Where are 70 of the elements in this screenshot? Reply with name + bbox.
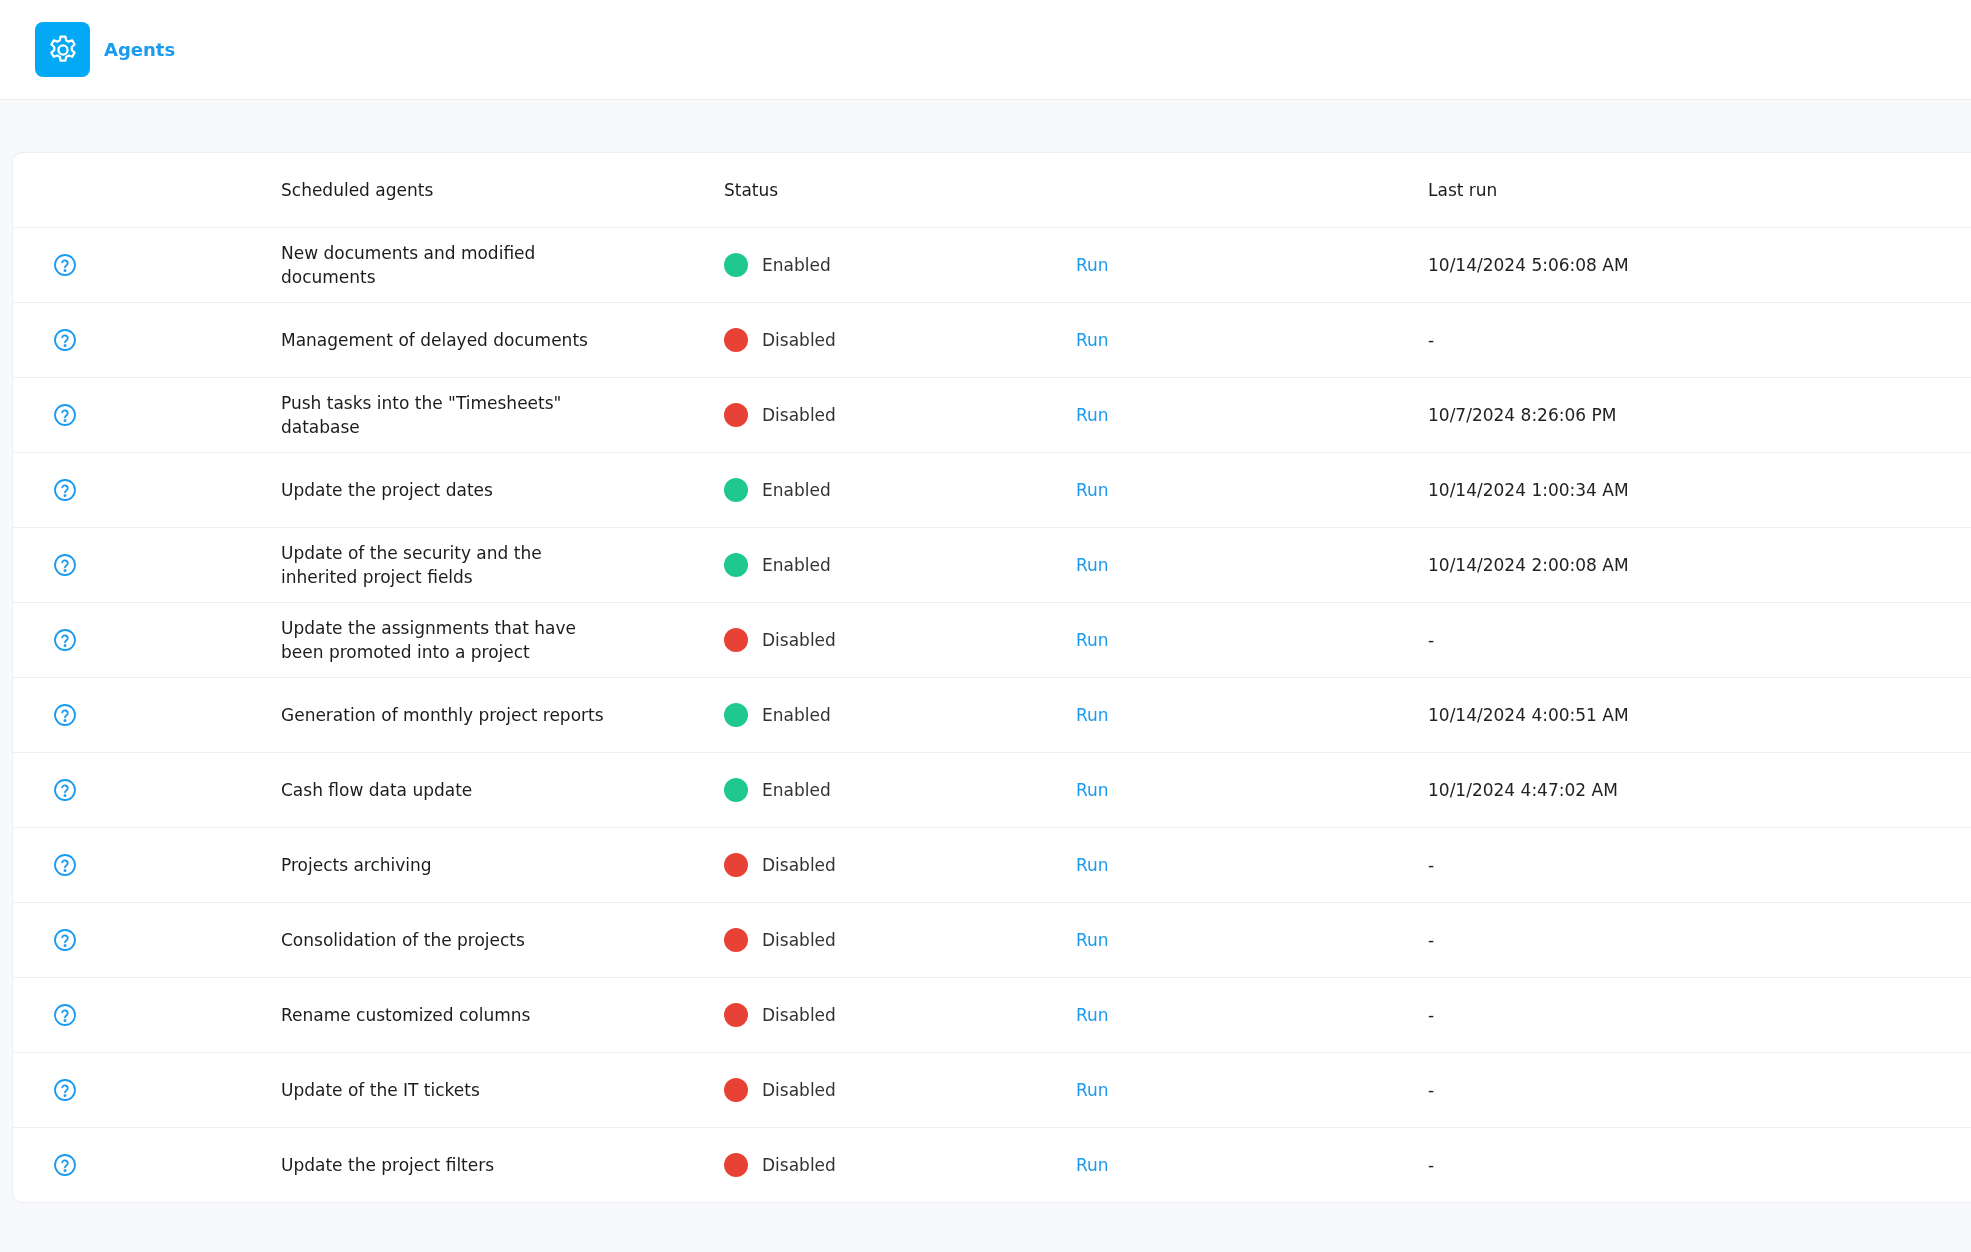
run-link[interactable]: Run [1076,1080,1109,1100]
run-link[interactable]: Run [1076,780,1109,800]
help-icon[interactable] [53,553,77,577]
gear-icon[interactable] [35,22,90,77]
run-link[interactable]: Run [1076,930,1109,950]
agent-name: Update the project dates [281,479,493,502]
help-icon[interactable] [53,478,77,502]
agent-name: Management of delayed documents [281,329,588,352]
last-run-text: - [1428,1155,1435,1175]
run-link[interactable]: Run [1076,480,1109,500]
help-icon[interactable] [53,1003,77,1027]
help-icon[interactable] [53,1078,77,1102]
agent-name: Update the assignments that have been promoted into a project [281,617,578,664]
help-icon[interactable] [53,328,77,352]
status-text: Enabled [762,255,831,275]
agent-name: Consolidation of the projects [281,929,525,952]
agent-name: New documents and modified documents [281,242,537,289]
help-icon[interactable] [53,628,77,652]
agent-name: Update the project filters [281,1154,495,1177]
last-run-text: - [1428,630,1435,650]
status-text: Enabled [762,705,831,725]
last-run-text: 10/14/2024 2:00:08 AM [1428,555,1629,575]
page-title-link[interactable]: Agents [104,39,176,60]
last-run-text: - [1428,1005,1435,1025]
status-text: Disabled [762,1155,836,1175]
run-link[interactable]: Run [1076,255,1109,275]
agent-name: Cash flow data update [281,779,473,802]
last-run-text: - [1428,930,1435,950]
agent-name: Projects archiving [281,854,432,877]
agent-name: Update of the IT tickets [281,1079,480,1102]
column-header: Status [724,180,779,200]
help-icon[interactable] [53,1153,77,1177]
status-text: Disabled [762,1005,836,1025]
last-run-text: - [1428,330,1435,350]
run-link[interactable]: Run [1076,705,1109,725]
last-run-text: - [1428,1080,1435,1100]
agent-name: Update of the security and the inherited project fields [281,542,543,589]
run-link[interactable]: Run [1076,555,1109,575]
run-link[interactable]: Run [1076,1005,1109,1025]
run-link[interactable]: Run [1076,330,1109,350]
last-run-text: 10/14/2024 4:00:51 AM [1428,705,1629,725]
help-icon[interactable] [53,928,77,952]
help-icon[interactable] [53,403,77,427]
help-icon[interactable] [53,778,77,802]
last-run-text: 10/1/2024 4:47:02 AM [1428,780,1618,800]
agent-name: Push tasks into the "Timesheets" database [281,392,563,439]
status-text: Disabled [762,1080,836,1100]
help-icon[interactable] [53,703,77,727]
agent-name: Rename customized columns [281,1004,531,1027]
last-run-text: 10/14/2024 5:06:08 AM [1428,255,1629,275]
status-text: Disabled [762,855,836,875]
status-text: Disabled [762,330,836,350]
run-link[interactable]: Run [1076,630,1109,650]
status-text: Disabled [762,930,836,950]
status-text: Disabled [762,630,836,650]
last-run-text: 10/14/2024 1:00:34 AM [1428,480,1629,500]
status-text: Enabled [762,555,831,575]
run-link[interactable]: Run [1076,855,1109,875]
status-text: Enabled [762,780,831,800]
last-run-text: - [1428,855,1435,875]
status-text: Disabled [762,405,836,425]
agent-name: Generation of monthly project reports [281,704,604,727]
help-icon[interactable] [53,853,77,877]
help-icon[interactable] [53,253,77,277]
column-header: Scheduled agents [281,180,434,200]
run-link[interactable]: Run [1076,405,1109,425]
status-text: Enabled [762,480,831,500]
last-run-text: 10/7/2024 8:26:06 PM [1428,405,1617,425]
run-link[interactable]: Run [1076,1155,1109,1175]
column-header: Last run [1428,180,1498,200]
